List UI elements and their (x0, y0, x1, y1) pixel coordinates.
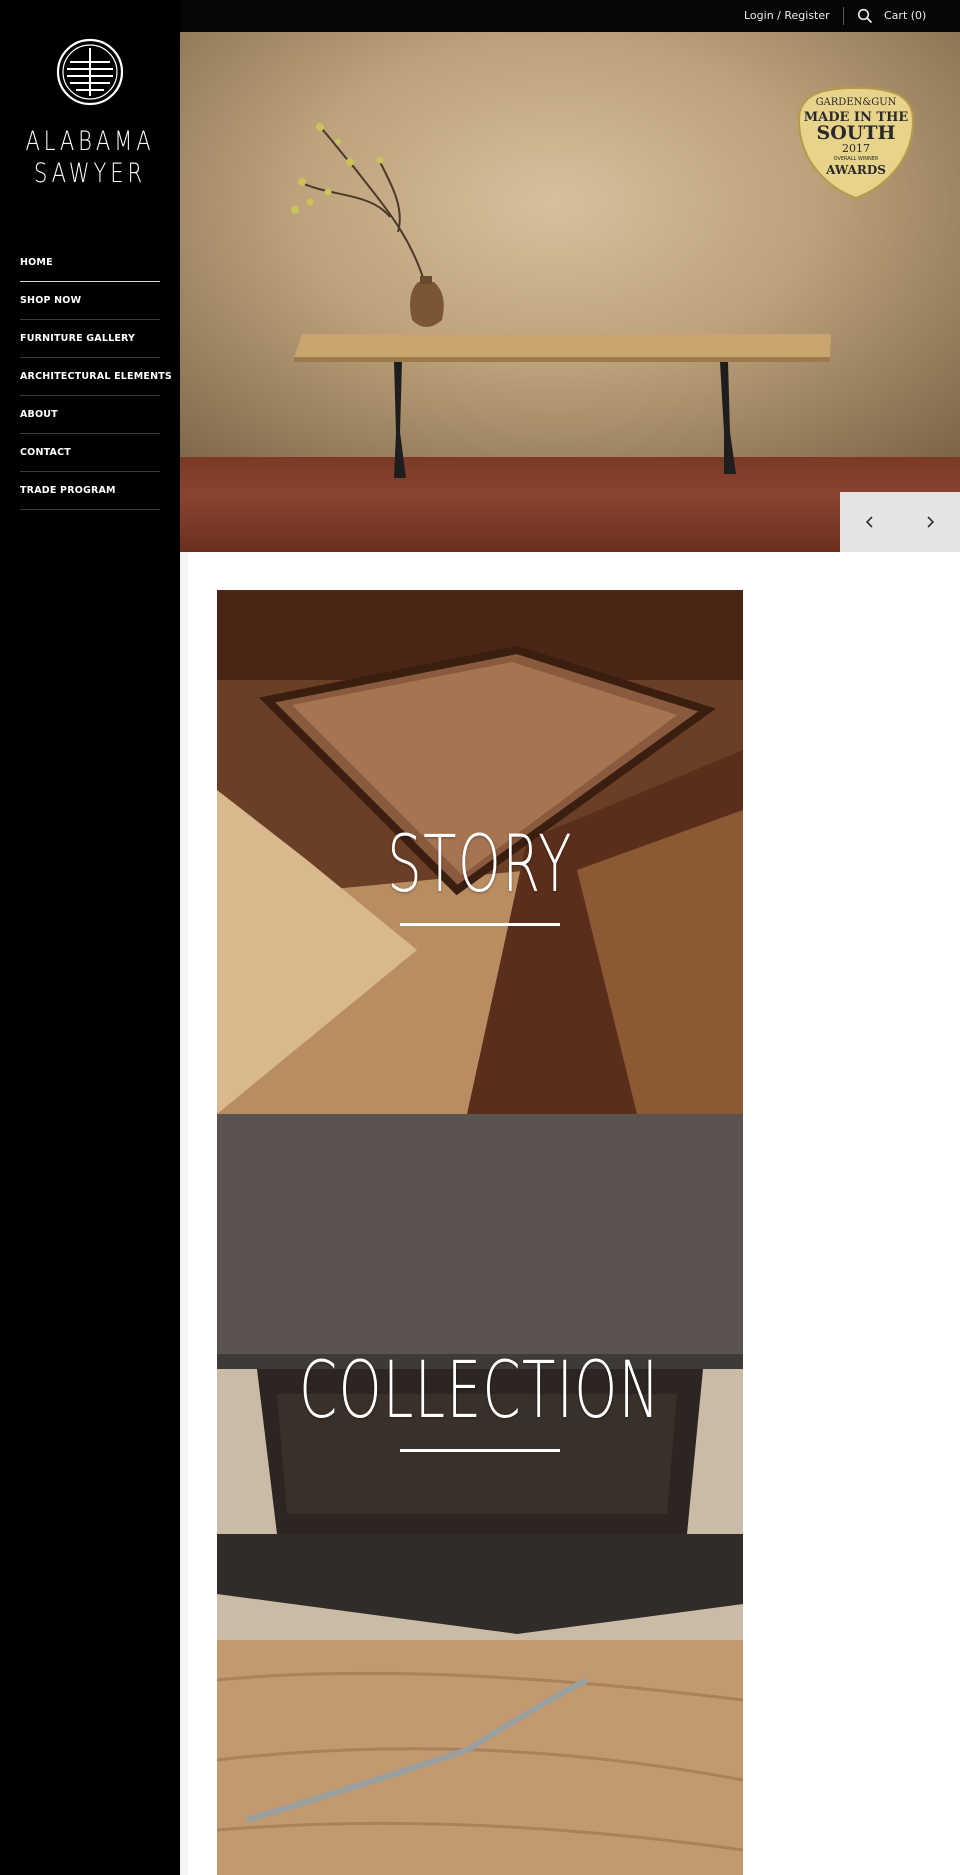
award-line4: 2017 (842, 142, 870, 155)
third-tile-image (217, 1640, 743, 1875)
story-tile[interactable]: STORY (217, 590, 743, 1114)
collection-underline (400, 1449, 560, 1452)
award-line6: AWARDS (825, 163, 886, 177)
story-underline (400, 923, 560, 926)
award-line5: OVERALL WINNER (834, 156, 879, 162)
chevron-left-icon[interactable] (862, 514, 878, 530)
login-register-link[interactable]: Login / Register (744, 9, 830, 22)
award-line3: SOUTH (817, 122, 896, 144)
hero-slideshow[interactable]: GARDEN&GUN MADE IN THE SOUTH 2017 OVERAL… (180, 32, 960, 552)
sidebar: ALABAMA SAWYER HOME SHOP NOW FURNITURE G… (0, 0, 180, 1875)
story-title: STORY (387, 820, 573, 910)
collection-title: COLLECTION (299, 1346, 661, 1436)
chevron-right-icon[interactable] (922, 514, 938, 530)
nav-item-shop-now[interactable]: SHOP NOW (20, 282, 160, 320)
brand-name-line2: SAWYER (33, 158, 147, 189)
content-gutter (180, 552, 188, 1875)
award-line1: GARDEN&GUN (816, 97, 897, 108)
search-icon[interactable] (857, 8, 873, 24)
brand-name[interactable]: ALABAMA SAWYER (20, 126, 160, 190)
third-tile[interactable] (217, 1640, 743, 1875)
main-nav: HOME SHOP NOW FURNITURE GALLERY ARCHITEC… (20, 244, 172, 510)
nav-item-architectural-elements[interactable]: ARCHITECTURAL ELEMENTS (20, 358, 172, 396)
nav-item-home[interactable]: HOME (20, 244, 160, 282)
nav-item-furniture-gallery[interactable]: FURNITURE GALLERY (20, 320, 160, 358)
slider-controls (840, 492, 960, 552)
award-badge[interactable]: GARDEN&GUN MADE IN THE SOUTH 2017 OVERAL… (797, 84, 915, 202)
nav-item-trade-program[interactable]: TRADE PROGRAM (20, 472, 160, 510)
logo-icon[interactable] (56, 38, 124, 106)
nav-item-contact[interactable]: CONTACT (20, 434, 160, 472)
nav-item-about[interactable]: ABOUT (20, 396, 160, 434)
cart-link[interactable]: Cart (0) (884, 9, 926, 22)
topbar-divider (843, 7, 844, 25)
brand-name-line1: ALABAMA (25, 126, 155, 157)
collection-tile[interactable]: COLLECTION (217, 1114, 743, 1640)
